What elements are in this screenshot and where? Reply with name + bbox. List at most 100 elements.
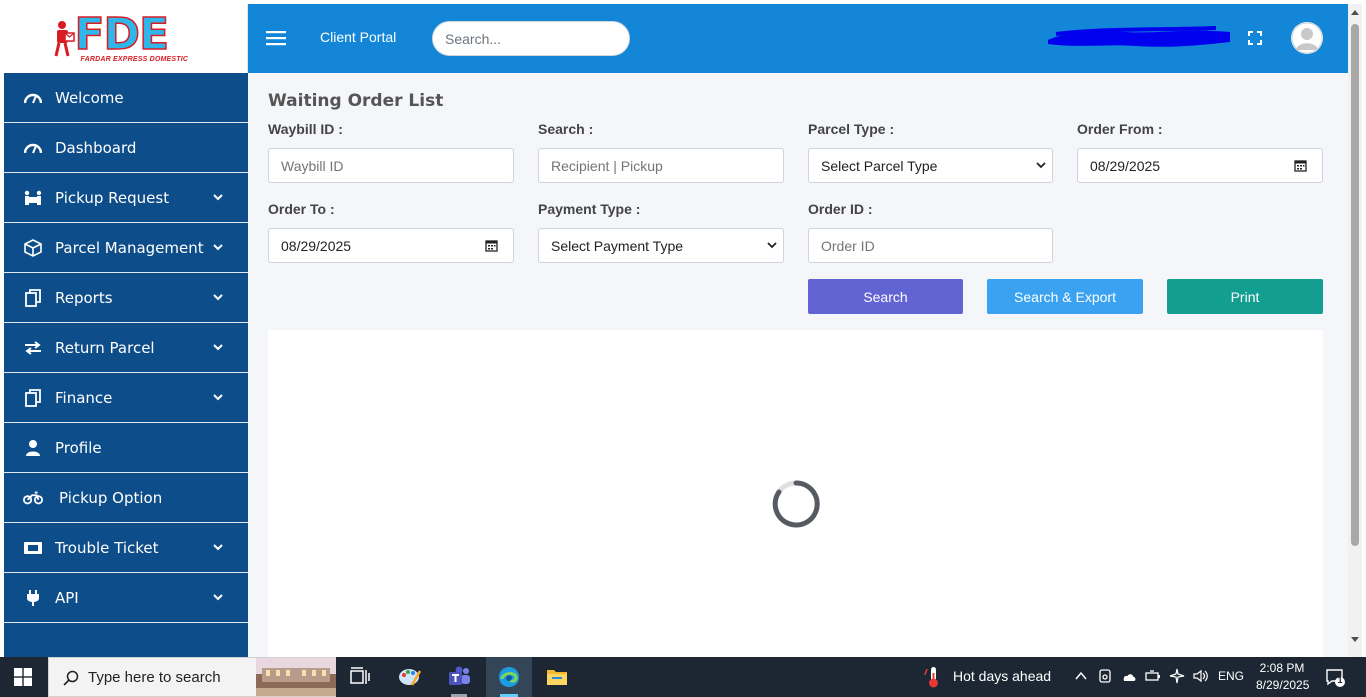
redacted-username: [1048, 26, 1230, 47]
volume-icon[interactable]: [1192, 668, 1208, 684]
brand-title[interactable]: Client Portal: [320, 29, 396, 45]
paint-icon[interactable]: [398, 665, 422, 689]
sidebar-item-finance[interactable]: Finance: [4, 373, 248, 423]
clock-date: 8/29/2025: [1256, 678, 1310, 692]
order-id-label: Order ID :: [808, 201, 873, 217]
scrollbar-thumb[interactable]: [1351, 24, 1359, 546]
edge-icon[interactable]: [497, 665, 521, 689]
chevron-down-icon: [212, 343, 224, 353]
search-highlight-image: [256, 658, 336, 696]
user-icon: [23, 439, 43, 457]
sidebar-item-parcel-management[interactable]: Parcel Management: [4, 223, 248, 273]
parcel-type-label: Parcel Type :: [808, 121, 895, 137]
top-header: Client Portal: [248, 4, 1348, 73]
sidebar-item-label: Return Parcel: [55, 338, 155, 357]
sidebar-item-dashboard[interactable]: Dashboard: [4, 123, 248, 173]
gauge-icon: [23, 89, 43, 107]
parcel-type-select[interactable]: Select Parcel Type: [808, 148, 1053, 183]
chevron-up-icon[interactable]: [1073, 668, 1089, 684]
avatar-silhouette-icon: [1291, 22, 1323, 54]
scroll-down-arrow-icon[interactable]: [1351, 636, 1359, 644]
chevron-down-icon: [212, 193, 224, 203]
file-explorer-icon[interactable]: [545, 665, 569, 689]
payment-type-value: Select Payment Type: [551, 237, 684, 254]
chevron-down-icon: [212, 543, 224, 553]
order-id-input[interactable]: Order ID: [808, 228, 1053, 263]
sidebar-item-reports[interactable]: Reports: [4, 273, 248, 323]
page-title: Waiting Order List: [268, 91, 444, 111]
scroll-up-arrow-icon[interactable]: [1351, 8, 1359, 16]
weather-text[interactable]: Hot days ahead: [953, 668, 1051, 684]
main-content: Waiting Order List Waybill ID : Waybill …: [248, 73, 1348, 657]
taskbar-search-placeholder: Type here to search: [88, 669, 221, 686]
taskbar-search-box[interactable]: Type here to search: [48, 657, 336, 697]
sidebar-item-pickup-option[interactable]: Pickup Option: [4, 473, 248, 523]
page-scrollbar[interactable]: [1348, 4, 1362, 657]
sidebar-item-pickup-request[interactable]: Pickup Request: [4, 173, 248, 223]
order-from-value: 08/29/2025: [1090, 157, 1161, 174]
sidebar-item-label: API: [55, 588, 79, 607]
sidebar-item-label: Parcel Management: [55, 238, 204, 257]
waybill-id-input[interactable]: Waybill ID: [268, 148, 514, 183]
windows-start-icon[interactable]: [14, 668, 32, 686]
sidebar-item-welcome[interactable]: Welcome: [4, 73, 248, 123]
sidebar-item-trouble-ticket[interactable]: Trouble Ticket: [4, 523, 248, 573]
copy-icon: [23, 288, 43, 307]
chevron-down-icon: [212, 243, 224, 253]
print-button[interactable]: Print: [1167, 279, 1323, 314]
order-to-date-input[interactable]: 08/29/2025: [268, 228, 514, 263]
logo-tagline: FARDAR EXPRESS DOMESTIC: [80, 55, 189, 63]
sidebar-item-return-parcel[interactable]: Return Parcel: [4, 323, 248, 373]
search-export-button[interactable]: Search & Export: [987, 279, 1143, 314]
calendar-icon[interactable]: [485, 239, 498, 252]
payment-type-select[interactable]: Select Payment Type: [538, 228, 784, 263]
delivery-man-icon: [54, 20, 75, 56]
notification-count-badge: 1: [1337, 675, 1343, 685]
language-indicator[interactable]: ENG: [1218, 669, 1244, 683]
motorcycle-icon: [23, 489, 43, 507]
hamburger-menu-icon[interactable]: [266, 30, 286, 46]
fde-logo: FDE FARDAR EXPRESS DOMESTIC: [51, 8, 201, 66]
chevron-down-icon: [212, 293, 224, 303]
payment-type-label: Payment Type :: [538, 201, 641, 217]
copy-icon: [23, 388, 43, 407]
box-icon: [23, 238, 43, 257]
sidebar-item-label: Pickup Option: [59, 488, 163, 507]
order-from-date-input[interactable]: 08/29/2025: [1077, 148, 1323, 183]
order-list-panel: [268, 330, 1323, 657]
search-button[interactable]: Search: [808, 279, 963, 314]
onedrive-cloud-icon[interactable]: [1121, 668, 1137, 684]
sidebar-item-label: Finance: [55, 388, 113, 407]
windows-taskbar: Type here to search Hot days ahead ENG 2…: [0, 657, 1366, 697]
exchange-icon: [23, 339, 43, 357]
header-search-input[interactable]: [432, 21, 630, 56]
logo-area[interactable]: FDE FARDAR EXPRESS DOMESTIC: [4, 4, 248, 73]
sidebar-item-label: Trouble Ticket: [55, 538, 159, 557]
loading-spinner-icon: [772, 480, 820, 528]
user-avatar[interactable]: [1291, 22, 1323, 54]
sidebar-item-api[interactable]: API: [4, 573, 248, 623]
teams-icon[interactable]: [447, 665, 471, 689]
order-from-label: Order From :: [1077, 121, 1163, 137]
airplane-mode-icon[interactable]: [1169, 668, 1185, 684]
thermometer-hot-icon[interactable]: [921, 665, 945, 689]
logo-text: FDE: [74, 8, 170, 60]
battery-icon[interactable]: [1145, 668, 1161, 684]
search-label: Search :: [538, 121, 594, 137]
fullscreen-icon[interactable]: [1248, 31, 1262, 45]
clock[interactable]: 2:08 PM 8/29/2025: [1256, 660, 1310, 694]
meet-now-icon[interactable]: [1097, 668, 1113, 684]
edge-active-tab[interactable]: [486, 657, 532, 697]
plug-icon: [23, 589, 43, 607]
gauge-icon: [23, 139, 43, 157]
notification-center-button[interactable]: 1: [1325, 667, 1345, 687]
recipient-search-input[interactable]: Recipient | Pickup: [538, 148, 784, 183]
sidebar-item-label: Profile: [55, 438, 102, 457]
sidebar: FDE FARDAR EXPRESS DOMESTIC Welcome Dash…: [4, 4, 248, 657]
clock-time: 2:08 PM: [1259, 661, 1305, 675]
calendar-icon[interactable]: [1294, 159, 1307, 172]
chevron-down-icon: [1036, 162, 1046, 169]
task-view-icon[interactable]: [348, 665, 372, 689]
sidebar-item-profile[interactable]: Profile: [4, 423, 248, 473]
waybill-label: Waybill ID :: [268, 121, 343, 137]
